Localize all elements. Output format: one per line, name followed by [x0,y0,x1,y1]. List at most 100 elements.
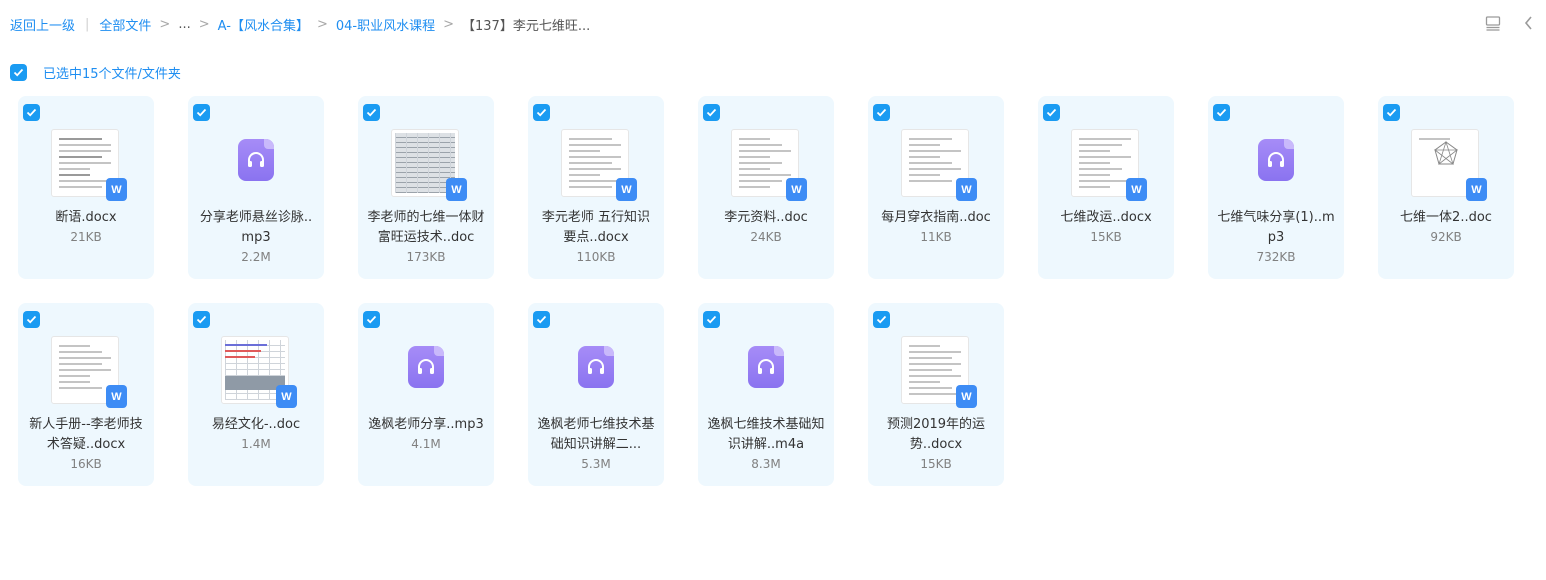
file-card[interactable]: W 七维改运..docx 15KB [1038,96,1174,279]
list-view-icon[interactable] [1482,12,1504,34]
file-thumbnail [731,336,801,406]
breadcrumb-arrow: > [443,16,454,32]
file-size: 2.2M [241,250,271,264]
file-thumbnail: W [561,129,637,201]
file-row: W 断语.docx 21KB 分享老师悬丝诊脉..mp3 2.2M W 李老师的… [18,96,1538,279]
file-card[interactable]: 分享老师悬丝诊脉..mp3 2.2M [188,96,324,279]
headphones-icon [748,346,784,388]
file-size: 92KB [1430,230,1462,244]
selection-bar: 已选中15个文件/文件夹 [10,62,181,82]
file-card[interactable]: 逸枫老师七维技术基础知识讲解二... 5.3M [528,303,664,486]
file-thumbnail [561,336,631,406]
breadcrumb-arrow: > [198,16,210,32]
breadcrumb-current: 【137】李元七维旺... [462,18,591,34]
file-card[interactable]: W 每月穿衣指南..doc 11KB [868,96,1004,279]
file-size: 24KB [750,230,782,244]
breadcrumb-ellipsis[interactable]: ... [178,17,190,32]
file-card[interactable]: 逸枫老师分享..mp3 4.1M [358,303,494,486]
file-card[interactable]: W 七维一体2..doc 92KB [1378,96,1514,279]
file-checkbox[interactable] [193,311,210,328]
file-checkbox[interactable] [873,311,890,328]
file-card[interactable]: W 李老师的七维一体财富旺运技术..doc 173KB [358,96,494,279]
file-thumbnail: W [901,129,977,201]
file-name: 逸枫老师七维技术基础知识讲解二... [537,417,655,452]
file-checkbox[interactable] [23,311,40,328]
file-card[interactable]: W 李元资料..doc 24KB [698,96,834,279]
file-name: 分享老师悬丝诊脉..mp3 [199,210,313,245]
chevron-left-icon[interactable] [1518,12,1540,34]
breadcrumb-all-files[interactable]: 全部文件 [99,15,151,34]
file-thumbnail: W [221,336,297,408]
file-thumbnail [221,129,291,199]
file-thumbnail [391,336,461,406]
word-doc-icon: W [276,385,297,408]
file-checkbox[interactable] [703,311,720,328]
file-card[interactable]: W 新人手册--李老师技术答疑..docx 16KB [18,303,154,486]
file-name: 预测2019年的运势..docx [886,417,986,452]
file-name: 七维气味分享(1)..mp3 [1217,210,1335,245]
file-checkbox[interactable] [1383,104,1400,121]
file-checkbox[interactable] [363,311,380,328]
file-size: 15KB [920,457,952,471]
file-size: 16KB [70,457,102,471]
file-checkbox[interactable] [703,104,720,121]
file-size: 4.1M [411,437,441,451]
top-bar: 返回上一级 | 全部文件 > ... > A-【风水合集】 > 04-职业风水课… [0,0,1546,48]
file-name: 李元老师 五行知识要点..docx [541,210,651,245]
word-doc-icon: W [1126,178,1147,201]
file-size: 173KB [406,250,446,264]
file-checkbox[interactable] [1043,104,1060,121]
breadcrumb-folder-course[interactable]: 04-职业风水课程 [336,15,435,34]
file-size: 5.3M [581,457,611,471]
file-checkbox[interactable] [1213,104,1230,121]
file-thumbnail: W [731,129,807,201]
word-doc-icon: W [616,178,637,201]
back-link[interactable]: 返回上一级 [10,15,75,34]
word-doc-icon: W [446,178,467,201]
file-card[interactable]: W 易经文化-..doc 1.4M [188,303,324,486]
file-checkbox[interactable] [193,104,210,121]
headphones-icon [1258,139,1294,181]
selection-count: 已选中15个文件/文件夹 [43,66,181,82]
file-name: 李老师的七维一体财富旺运技术..doc [367,210,485,245]
file-size: 110KB [576,250,616,264]
file-size: 8.3M [751,457,781,471]
file-name: 逸枫七维技术基础知识讲解..m4a [707,417,825,452]
file-thumbnail [1241,129,1311,199]
file-card[interactable]: W 李元老师 五行知识要点..docx 110KB [528,96,664,279]
file-checkbox[interactable] [873,104,890,121]
file-name: 李元资料..doc [724,210,808,225]
file-size: 11KB [920,230,952,244]
file-name: 七维一体2..doc [1400,210,1492,225]
file-name: 断语.docx [55,210,117,225]
headphones-icon [238,139,274,181]
file-name: 七维改运..docx [1060,210,1152,225]
file-checkbox[interactable] [363,104,380,121]
headphones-icon [578,346,614,388]
file-size: 21KB [70,230,102,244]
file-name: 新人手册--李老师技术答疑..docx [29,417,143,452]
word-doc-icon: W [956,178,977,201]
file-row: W 新人手册--李老师技术答疑..docx 16KB W 易经文化-..doc … [18,303,1538,486]
separator: | [85,16,90,32]
file-checkbox[interactable] [533,104,550,121]
file-thumbnail: W [391,129,467,201]
breadcrumb-folder-fengshui[interactable]: A-【风水合集】 [218,15,309,34]
file-thumbnail: W [901,336,977,408]
file-card[interactable]: 七维气味分享(1)..mp3 732KB [1208,96,1344,279]
file-grid: W 断语.docx 21KB 分享老师悬丝诊脉..mp3 2.2M W 李老师的… [18,96,1538,510]
file-card[interactable]: W 预测2019年的运势..docx 15KB [868,303,1004,486]
file-card[interactable]: 逸枫七维技术基础知识讲解..m4a 8.3M [698,303,834,486]
select-all-checkbox[interactable] [10,63,27,81]
file-thumbnail: W [51,336,127,408]
headphones-icon [408,346,444,388]
file-thumbnail: W [1071,129,1147,201]
file-thumbnail: W [51,129,127,201]
file-checkbox[interactable] [23,104,40,121]
file-checkbox[interactable] [533,311,550,328]
top-right-tools [1482,12,1546,34]
file-card[interactable]: W 断语.docx 21KB [18,96,154,279]
file-size: 732KB [1256,250,1296,264]
file-name: 逸枫老师分享..mp3 [368,417,484,432]
breadcrumb-arrow: > [159,16,171,32]
